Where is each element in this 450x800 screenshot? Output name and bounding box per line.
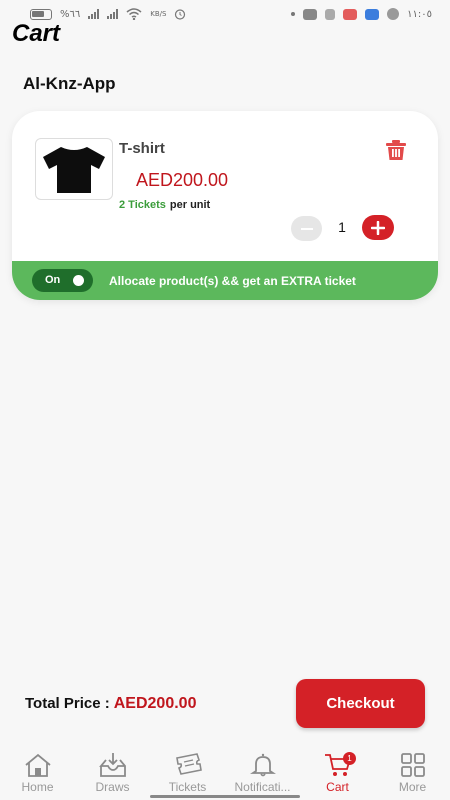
battery-icon xyxy=(30,8,52,20)
home-icon xyxy=(24,753,51,777)
photos-icon xyxy=(343,8,358,20)
decrease-quantity-button[interactable] xyxy=(291,216,322,241)
nav-tickets-label: Tickets xyxy=(168,780,207,794)
clock: ١١:٠٥ xyxy=(407,8,432,20)
draws-icon xyxy=(98,753,126,777)
app-notification-icon xyxy=(325,8,336,20)
bell-icon xyxy=(249,753,276,777)
whatsapp-icon xyxy=(387,8,400,20)
checkout-button[interactable]: Checkout xyxy=(296,679,425,728)
grid-icon xyxy=(400,753,425,777)
tickets-count: 2 Tickets xyxy=(119,199,166,211)
signal-2-icon xyxy=(107,9,119,19)
product-name: T-shirt xyxy=(119,140,165,157)
page-title: Cart xyxy=(12,20,61,47)
tickets-icon xyxy=(175,753,202,775)
wifi-icon xyxy=(126,8,142,20)
allocate-text: Allocate product(s) && get an EXTRA tick… xyxy=(109,274,356,288)
total-label: Total Price : xyxy=(25,695,110,712)
messages-icon xyxy=(365,8,380,20)
alarm-icon xyxy=(175,9,186,20)
nav-cart[interactable]: 1 Cart xyxy=(300,745,375,800)
nav-more[interactable]: More xyxy=(375,745,450,800)
nav-home-label: Home xyxy=(21,780,54,794)
product-price: AED200.00 xyxy=(136,170,229,190)
minus-icon xyxy=(300,227,313,230)
youtube-icon xyxy=(303,8,318,20)
toggle-knob xyxy=(73,275,84,286)
plus-icon xyxy=(371,220,385,235)
network-speed: KB/S xyxy=(150,10,167,18)
dot-icon xyxy=(291,12,296,16)
increase-quantity-button[interactable] xyxy=(362,215,394,240)
cart-item-card: T-shirt AED200.00 2 Tickets per unit 1 On… xyxy=(12,111,438,300)
tshirt-icon xyxy=(43,147,105,193)
status-left: %٦٦ KB/S xyxy=(30,8,186,20)
nav-home[interactable]: Home xyxy=(0,745,75,800)
home-indicator[interactable] xyxy=(150,795,300,798)
per-unit-label: per unit xyxy=(169,199,211,211)
nav-cart-label: Cart xyxy=(326,780,349,794)
allocate-toggle[interactable]: On xyxy=(32,269,93,292)
product-image[interactable] xyxy=(35,138,113,200)
nav-draws-label: Draws xyxy=(95,780,130,794)
signal-icon xyxy=(88,9,100,19)
nav-more-label: More xyxy=(398,780,427,794)
nav-draws[interactable]: Draws xyxy=(75,745,150,800)
status-right: ١١:٠٥ xyxy=(291,8,432,20)
nav-notifications[interactable]: Notificati... xyxy=(225,745,300,800)
total-value: AED200.00 xyxy=(113,695,197,712)
nav-notifications-label: Notificati... xyxy=(234,780,291,794)
app-name: Al-Knz-App xyxy=(23,74,116,93)
quantity-value: 1 xyxy=(338,219,346,235)
total-price: Total Price : AED200.00 xyxy=(25,695,196,713)
allocate-bar: On Allocate product(s) && get an EXTRA t… xyxy=(12,261,438,300)
nav-tickets[interactable]: Tickets xyxy=(150,745,225,800)
delete-icon[interactable] xyxy=(384,138,408,162)
bottom-nav: Home Draws Tickets Notificati... 1 Cart … xyxy=(0,745,450,800)
battery-level: %٦٦ xyxy=(60,8,81,20)
tickets-info: 2 Tickets per unit xyxy=(119,199,210,211)
toggle-label: On xyxy=(45,274,61,286)
cart-badge: 1 xyxy=(343,752,356,765)
status-bar: %٦٦ KB/S ١١:٠٥ xyxy=(0,0,450,28)
